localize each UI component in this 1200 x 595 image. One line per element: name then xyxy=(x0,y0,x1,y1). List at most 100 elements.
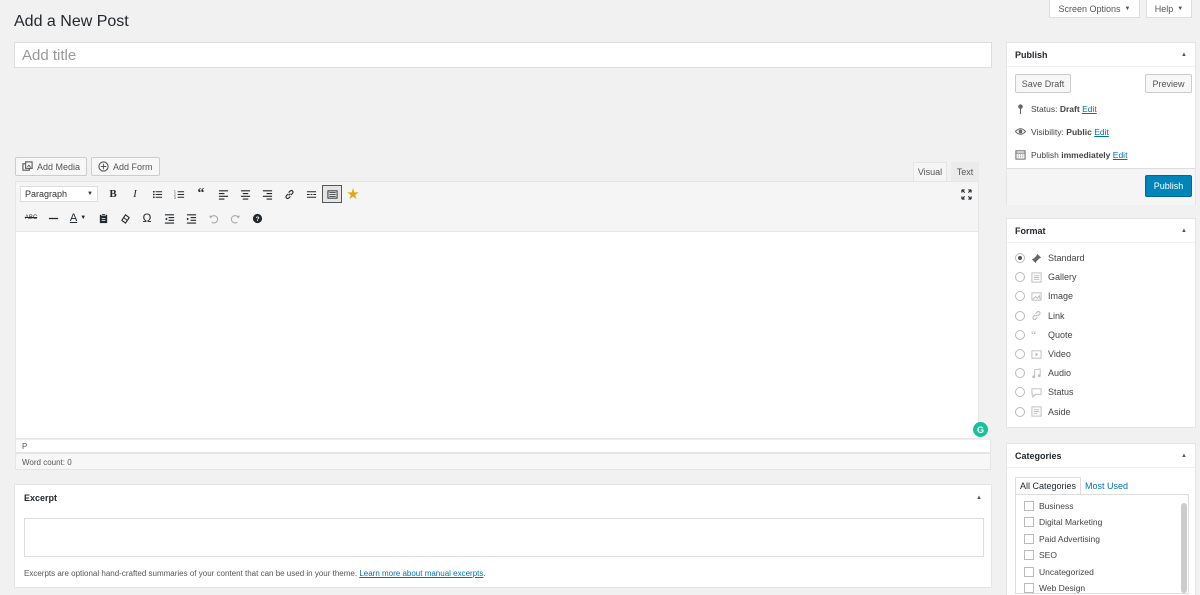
add-media-label: Add Media xyxy=(37,161,81,172)
radio-button[interactable] xyxy=(1015,272,1025,283)
text-color-icon[interactable]: A ▼ xyxy=(64,208,92,228)
link-icon[interactable] xyxy=(278,184,300,204)
tab-visual[interactable]: Visual xyxy=(913,162,947,181)
category-item[interactable]: Digital Marketing xyxy=(1024,517,1103,528)
strikethrough-icon[interactable]: ABC xyxy=(20,208,42,228)
format-header[interactable]: Format ▲ xyxy=(1007,219,1195,243)
format-option-quote[interactable]: “ Quote xyxy=(1015,328,1073,342)
bold-icon[interactable]: B xyxy=(102,184,124,204)
visibility-edit-link[interactable]: Edit xyxy=(1094,127,1109,137)
bulleted-list-icon[interactable] xyxy=(146,184,168,204)
tab-text[interactable]: Text xyxy=(951,162,979,181)
star-icon[interactable]: ★ xyxy=(342,184,364,204)
image-icon xyxy=(1031,291,1042,302)
paragraph-format-select[interactable]: Paragraph ▼ xyxy=(20,186,98,202)
category-scrollbar[interactable] xyxy=(1181,503,1187,593)
radio-button[interactable] xyxy=(1015,387,1025,398)
publish-button[interactable]: Publish xyxy=(1145,175,1192,197)
excerpt-box: Excerpt ▲ Excerpts are optional hand-cra… xyxy=(14,484,992,588)
tab-most-used[interactable]: Most Used xyxy=(1081,477,1132,495)
tab-all-categories[interactable]: All Categories xyxy=(1015,477,1082,495)
status-row: Status: Draft Edit xyxy=(1015,103,1097,114)
categories-box: Categories ▲ All Categories Most Used Bu… xyxy=(1006,443,1196,595)
screen-options-tab[interactable]: Screen Options ▼ xyxy=(1049,0,1140,18)
excerpt-help: Excerpts are optional hand-crafted summa… xyxy=(24,569,486,578)
category-item[interactable]: SEO xyxy=(1024,550,1057,561)
radio-button[interactable] xyxy=(1015,291,1025,302)
align-center-icon[interactable] xyxy=(234,184,256,204)
category-checkbox[interactable] xyxy=(1024,517,1034,528)
post-title-input[interactable] xyxy=(14,42,992,68)
category-checkbox[interactable] xyxy=(1024,550,1034,561)
outdent-icon[interactable] xyxy=(158,208,180,228)
radio-button[interactable] xyxy=(1015,368,1025,379)
help-icon[interactable]: ? xyxy=(246,208,268,228)
status-edit-link[interactable]: Edit xyxy=(1082,104,1097,114)
format-heading: Format xyxy=(1015,225,1046,236)
category-item[interactable]: Uncategorized xyxy=(1024,566,1094,577)
read-more-icon[interactable] xyxy=(300,184,322,204)
excerpt-help-end: . xyxy=(483,569,486,578)
undo-icon[interactable] xyxy=(202,208,224,228)
radio-button[interactable] xyxy=(1015,406,1025,417)
format-option-label: Video xyxy=(1048,349,1071,359)
categories-header[interactable]: Categories ▲ xyxy=(1007,444,1195,468)
category-item[interactable]: Business xyxy=(1024,501,1074,511)
fullscreen-icon[interactable] xyxy=(955,184,977,204)
category-item[interactable]: Paid Advertising xyxy=(1024,533,1100,544)
format-option-audio[interactable]: Audio xyxy=(1015,366,1071,380)
category-checkbox[interactable] xyxy=(1024,566,1034,577)
format-option-label: Link xyxy=(1048,310,1065,321)
format-option-status[interactable]: Status xyxy=(1015,385,1074,399)
align-left-icon[interactable] xyxy=(212,184,234,204)
category-item[interactable]: Web Design xyxy=(1024,583,1085,593)
add-media-button[interactable]: Add Media xyxy=(15,157,88,176)
grammarly-icon[interactable]: G xyxy=(973,422,988,437)
toolbar-toggle-icon[interactable] xyxy=(322,185,342,203)
collapse-icon[interactable]: ▲ xyxy=(1181,228,1187,234)
add-form-button[interactable]: Add Form xyxy=(91,157,160,176)
editor-content-area[interactable] xyxy=(15,232,979,439)
align-right-icon[interactable] xyxy=(256,184,278,204)
collapse-icon[interactable]: ▲ xyxy=(1181,52,1187,58)
category-checkbox[interactable] xyxy=(1024,501,1034,511)
category-label: Digital Marketing xyxy=(1039,517,1103,528)
format-option-aside[interactable]: Aside xyxy=(1015,405,1071,419)
format-box: Format ▲ Standard Gallery Image Link “ Quote V… xyxy=(1006,218,1196,428)
format-option-link[interactable]: Link xyxy=(1015,309,1065,323)
save-draft-button[interactable]: Save Draft xyxy=(1015,74,1071,93)
redo-icon[interactable] xyxy=(224,208,246,228)
radio-button[interactable] xyxy=(1015,349,1025,359)
italic-icon[interactable]: I xyxy=(124,184,146,204)
category-checkbox[interactable] xyxy=(1024,583,1034,593)
indent-icon[interactable] xyxy=(180,208,202,228)
format-option-video[interactable]: Video xyxy=(1015,347,1071,361)
category-checkbox[interactable] xyxy=(1024,533,1034,544)
visibility-label: Visibility: xyxy=(1031,126,1064,137)
publish-header[interactable]: Publish ▲ xyxy=(1007,43,1195,67)
radio-button[interactable] xyxy=(1015,329,1025,340)
media-icon xyxy=(22,161,33,171)
help-tab[interactable]: Help ▼ xyxy=(1146,0,1192,18)
excerpt-learn-more-link[interactable]: Learn more about manual excerpts xyxy=(359,569,483,578)
preview-button[interactable]: Preview xyxy=(1145,74,1192,93)
horizontal-line-icon[interactable] xyxy=(42,208,64,228)
excerpt-textarea[interactable] xyxy=(24,518,984,557)
format-option-label: Status xyxy=(1048,387,1074,398)
status-icon xyxy=(1031,387,1042,398)
format-option-image[interactable]: Image xyxy=(1015,289,1073,303)
format-option-label: Audio xyxy=(1048,368,1072,379)
form-icon xyxy=(98,161,109,172)
radio-button[interactable] xyxy=(1015,253,1025,263)
radio-button[interactable] xyxy=(1015,310,1025,321)
clear-formatting-icon[interactable] xyxy=(114,208,136,228)
numbered-list-icon[interactable]: 123 xyxy=(168,184,190,204)
blockquote-icon[interactable]: “ xyxy=(190,184,212,204)
collapse-icon[interactable]: ▲ xyxy=(1181,453,1187,459)
schedule-edit-link[interactable]: Edit xyxy=(1113,150,1128,160)
collapse-icon[interactable]: ▲ xyxy=(976,495,982,501)
format-option-standard[interactable]: Standard xyxy=(1015,251,1085,265)
format-option-gallery[interactable]: Gallery xyxy=(1015,270,1077,284)
special-character-icon[interactable]: Ω xyxy=(136,208,158,228)
paste-text-icon[interactable] xyxy=(92,208,114,228)
